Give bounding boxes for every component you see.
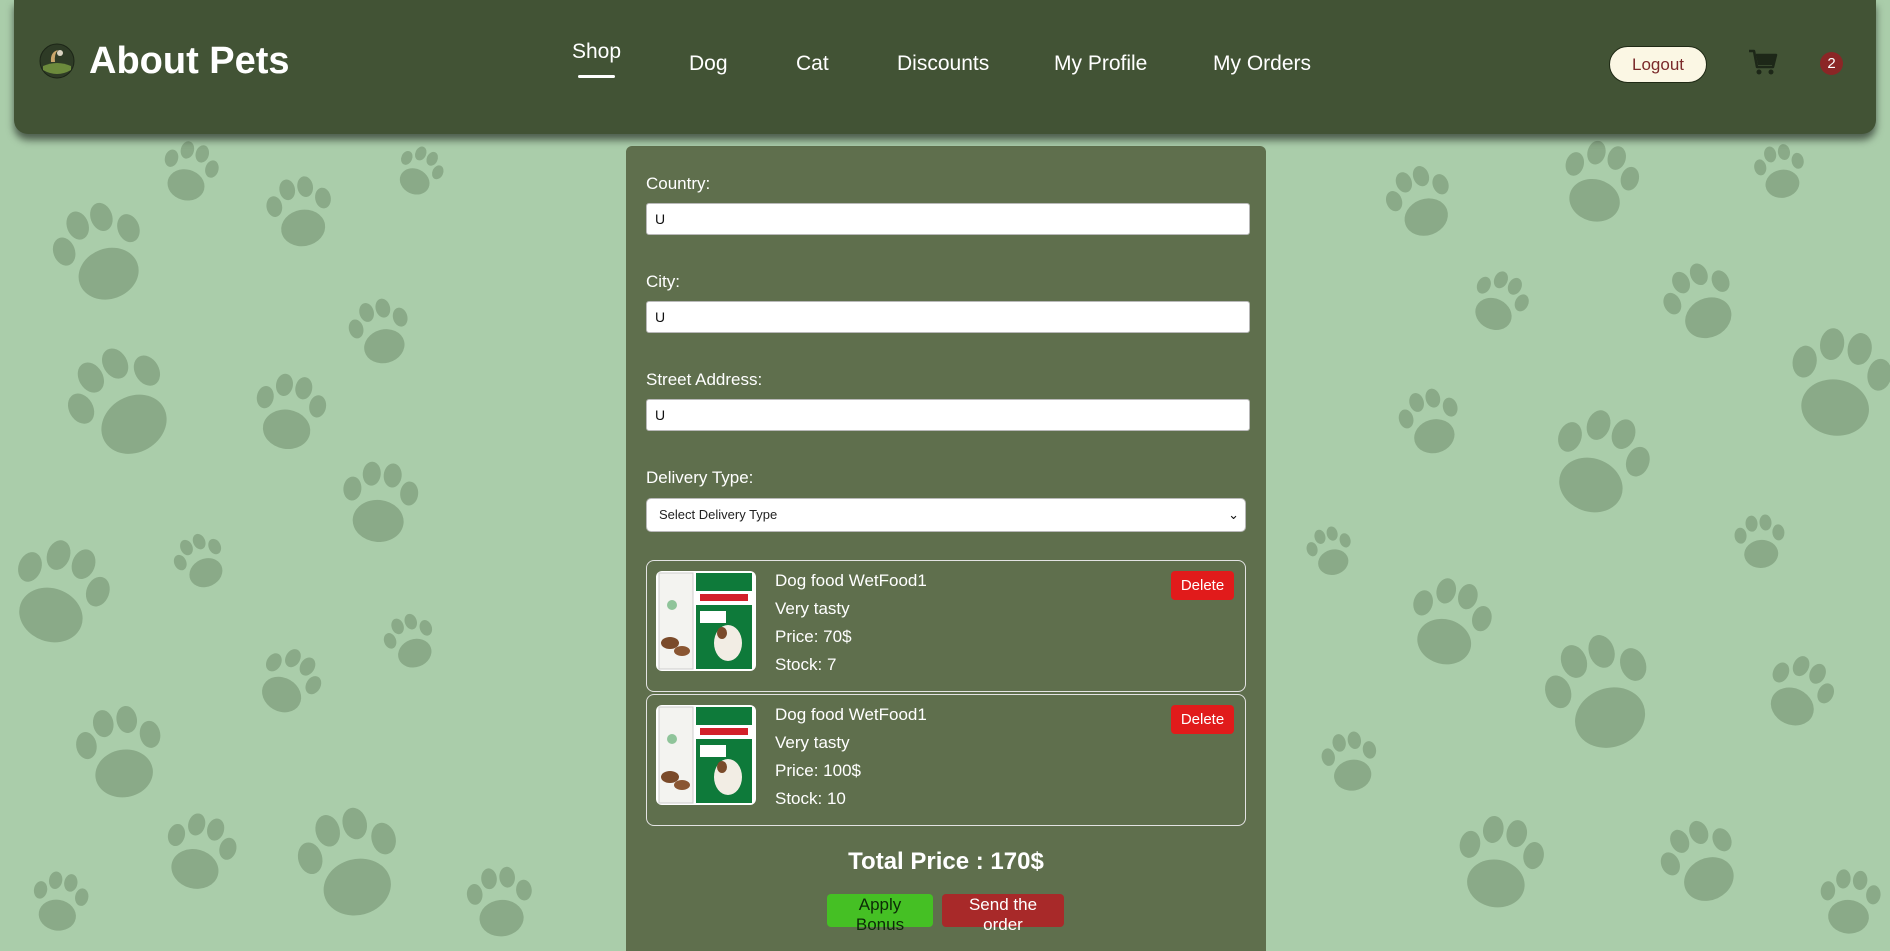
product-description: Very tasty: [775, 733, 850, 752]
city-label: City:: [646, 272, 680, 291]
country-label: Country:: [646, 174, 711, 193]
product-price: Price: 70$: [775, 627, 852, 646]
nav-shop-label: Shop: [572, 40, 622, 63]
delivery-type-select[interactable]: Select Delivery Type ⌄: [646, 498, 1246, 532]
product-image: [656, 571, 756, 671]
nav-cat[interactable]: Cat: [796, 52, 829, 76]
cart-count-badge: 2: [1820, 52, 1843, 75]
delivery-type-value: Select Delivery Type: [659, 507, 778, 522]
apply-bonus-button[interactable]: Apply Bonus: [827, 894, 933, 934]
order-panel: Country: U City: U Street Address: U Del…: [626, 146, 1266, 951]
country-input[interactable]: U: [646, 203, 1250, 235]
nav-discounts[interactable]: Discounts: [897, 52, 989, 76]
logout-button[interactable]: Logout: [1609, 46, 1707, 83]
nav-my-orders[interactable]: My Orders: [1213, 52, 1311, 76]
product-name: Dog food WetFood1: [775, 571, 927, 590]
active-tab-underline: [578, 75, 616, 78]
nav-my-profile[interactable]: My Profile: [1054, 52, 1147, 76]
product-name: Dog food WetFood1: [775, 705, 927, 724]
product-price: Price: 100$: [775, 761, 861, 780]
chevron-down-icon: ⌄: [1228, 507, 1239, 522]
delivery-type-label: Delivery Type:: [646, 468, 754, 487]
cart-item: Dog food WetFood1 Very tasty Price: 70$ …: [646, 560, 1246, 692]
delete-button[interactable]: Delete: [1171, 705, 1234, 734]
street-address-input[interactable]: U: [646, 399, 1250, 431]
city-input[interactable]: U: [646, 301, 1250, 333]
shopping-cart-icon[interactable]: [1747, 46, 1779, 78]
product-stock: Stock: 10: [775, 789, 846, 808]
cart-item: Dog food WetFood1 Very tasty Price: 100$…: [646, 694, 1246, 826]
total-price: Total Price : 170$: [848, 848, 1044, 875]
street-address-label: Street Address:: [646, 370, 763, 389]
top-navbar: About Pets Shop Dog Cat Discounts My Pro…: [14, 0, 1876, 134]
product-description: Very tasty: [775, 599, 850, 618]
send-order-button[interactable]: Send the order: [942, 894, 1064, 934]
main-nav: Shop Dog Cat Discounts My Profile My Ord…: [14, 40, 1876, 92]
product-image: [656, 705, 756, 805]
nav-dog[interactable]: Dog: [689, 52, 728, 76]
delete-button[interactable]: Delete: [1171, 571, 1234, 600]
product-stock: Stock: 7: [775, 655, 837, 674]
nav-shop[interactable]: Shop: [572, 40, 622, 78]
